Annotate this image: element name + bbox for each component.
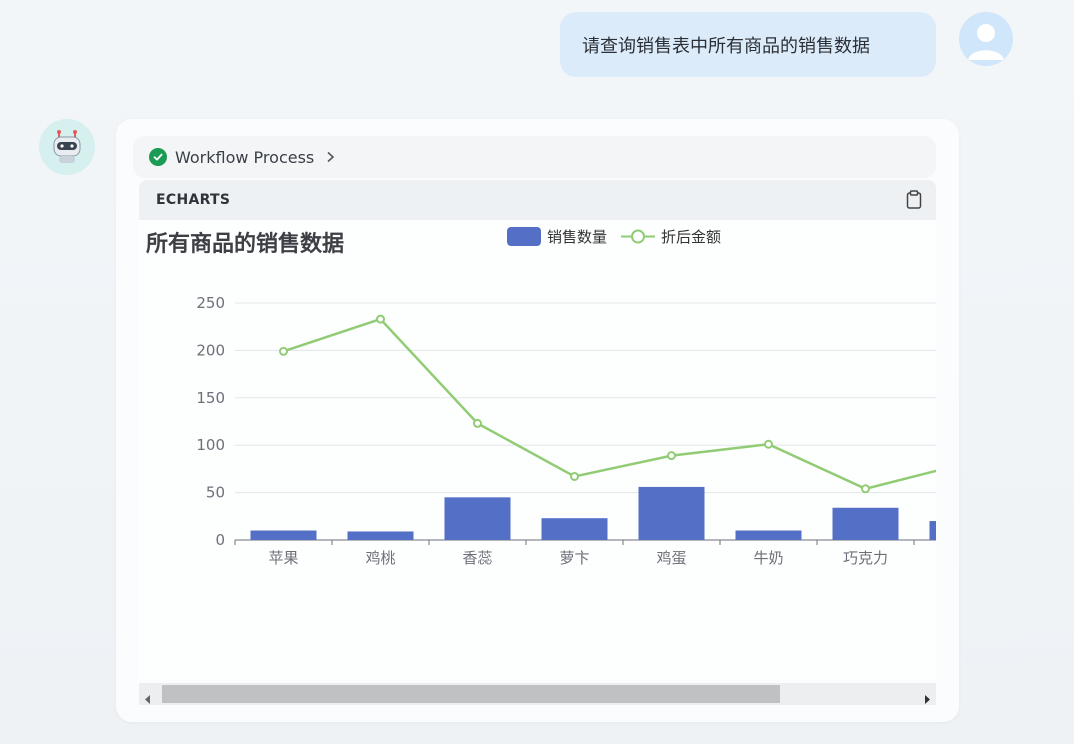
scroll-right-icon[interactable] — [924, 689, 930, 708]
horizontal-scrollbar[interactable] — [139, 683, 936, 705]
line-point-5 — [764, 439, 773, 449]
user-avatar-icon — [959, 12, 1013, 66]
bar-销售数量-6 — [832, 507, 899, 540]
line-point-6 — [861, 484, 870, 494]
line-point-1 — [376, 314, 385, 324]
chevron-right-icon — [326, 151, 335, 163]
bar-销售数量-3 — [541, 518, 608, 540]
bar-销售数量-1 — [347, 531, 414, 540]
y-tick-label: 0 — [215, 531, 225, 549]
line-series-path — [283, 317, 936, 491]
y-tick-label: 250 — [196, 294, 225, 312]
line-point-0 — [279, 346, 288, 356]
y-tick-label: 200 — [196, 341, 225, 359]
bar-销售数量-0 — [250, 530, 317, 540]
x-tick-label: 鸡蛋 — [656, 549, 686, 567]
workflow-process-toggle[interactable]: Workflow Process — [133, 136, 936, 178]
scroll-left-icon[interactable] — [145, 689, 151, 708]
line-point-2 — [473, 418, 482, 428]
robot-avatar-icon — [39, 119, 95, 175]
line-point-3 — [570, 471, 579, 481]
bar-销售数量-4 — [638, 486, 705, 540]
x-tick-label: 巧克力 — [843, 549, 888, 567]
x-tick-label: 牛奶 — [753, 549, 783, 567]
user-message-bubble: 请查询销售表中所有商品的销售数据 — [560, 12, 936, 77]
chart-container: 所有商品的销售数据 销售数量 折后金额 250 200 150 100 50 0 苹果 鸡桃香… — [139, 220, 936, 680]
check-circle-icon — [149, 148, 167, 166]
scrollbar-thumb[interactable] — [162, 685, 780, 703]
bar-销售数量-5 — [735, 530, 802, 540]
x-tick-label: 苹果 — [268, 549, 298, 567]
code-language-label: ECHARTS — [156, 192, 231, 208]
workflow-process-label: Workflow Process — [175, 147, 315, 167]
bar-销售数量-7 — [929, 521, 936, 540]
chat-page: 请查询销售表中所有商品的销售数据 Workflow Process ECHART… — [0, 0, 1074, 744]
x-tick-label: 鸡桃 — [365, 549, 395, 567]
y-tick-label: 100 — [196, 436, 225, 454]
y-tick-label: 150 — [196, 389, 225, 407]
bar-销售数量-2 — [444, 497, 511, 540]
x-tick-label: 萝卞 — [559, 549, 589, 567]
y-tick-label: 50 — [206, 484, 225, 502]
clipboard-icon[interactable] — [906, 190, 922, 213]
chart-svg: 250 200 150 100 50 0 苹果 鸡桃 香蕊 萝卞 鸡蛋 牛奶 巧克力 — [196, 294, 936, 567]
user-message-text: 请查询销售表中所有商品的销售数据 — [582, 35, 870, 57]
code-block-header: ECHARTS — [139, 180, 936, 220]
x-tick-label: 香蕊 — [462, 549, 492, 567]
line-point-4 — [667, 451, 676, 461]
